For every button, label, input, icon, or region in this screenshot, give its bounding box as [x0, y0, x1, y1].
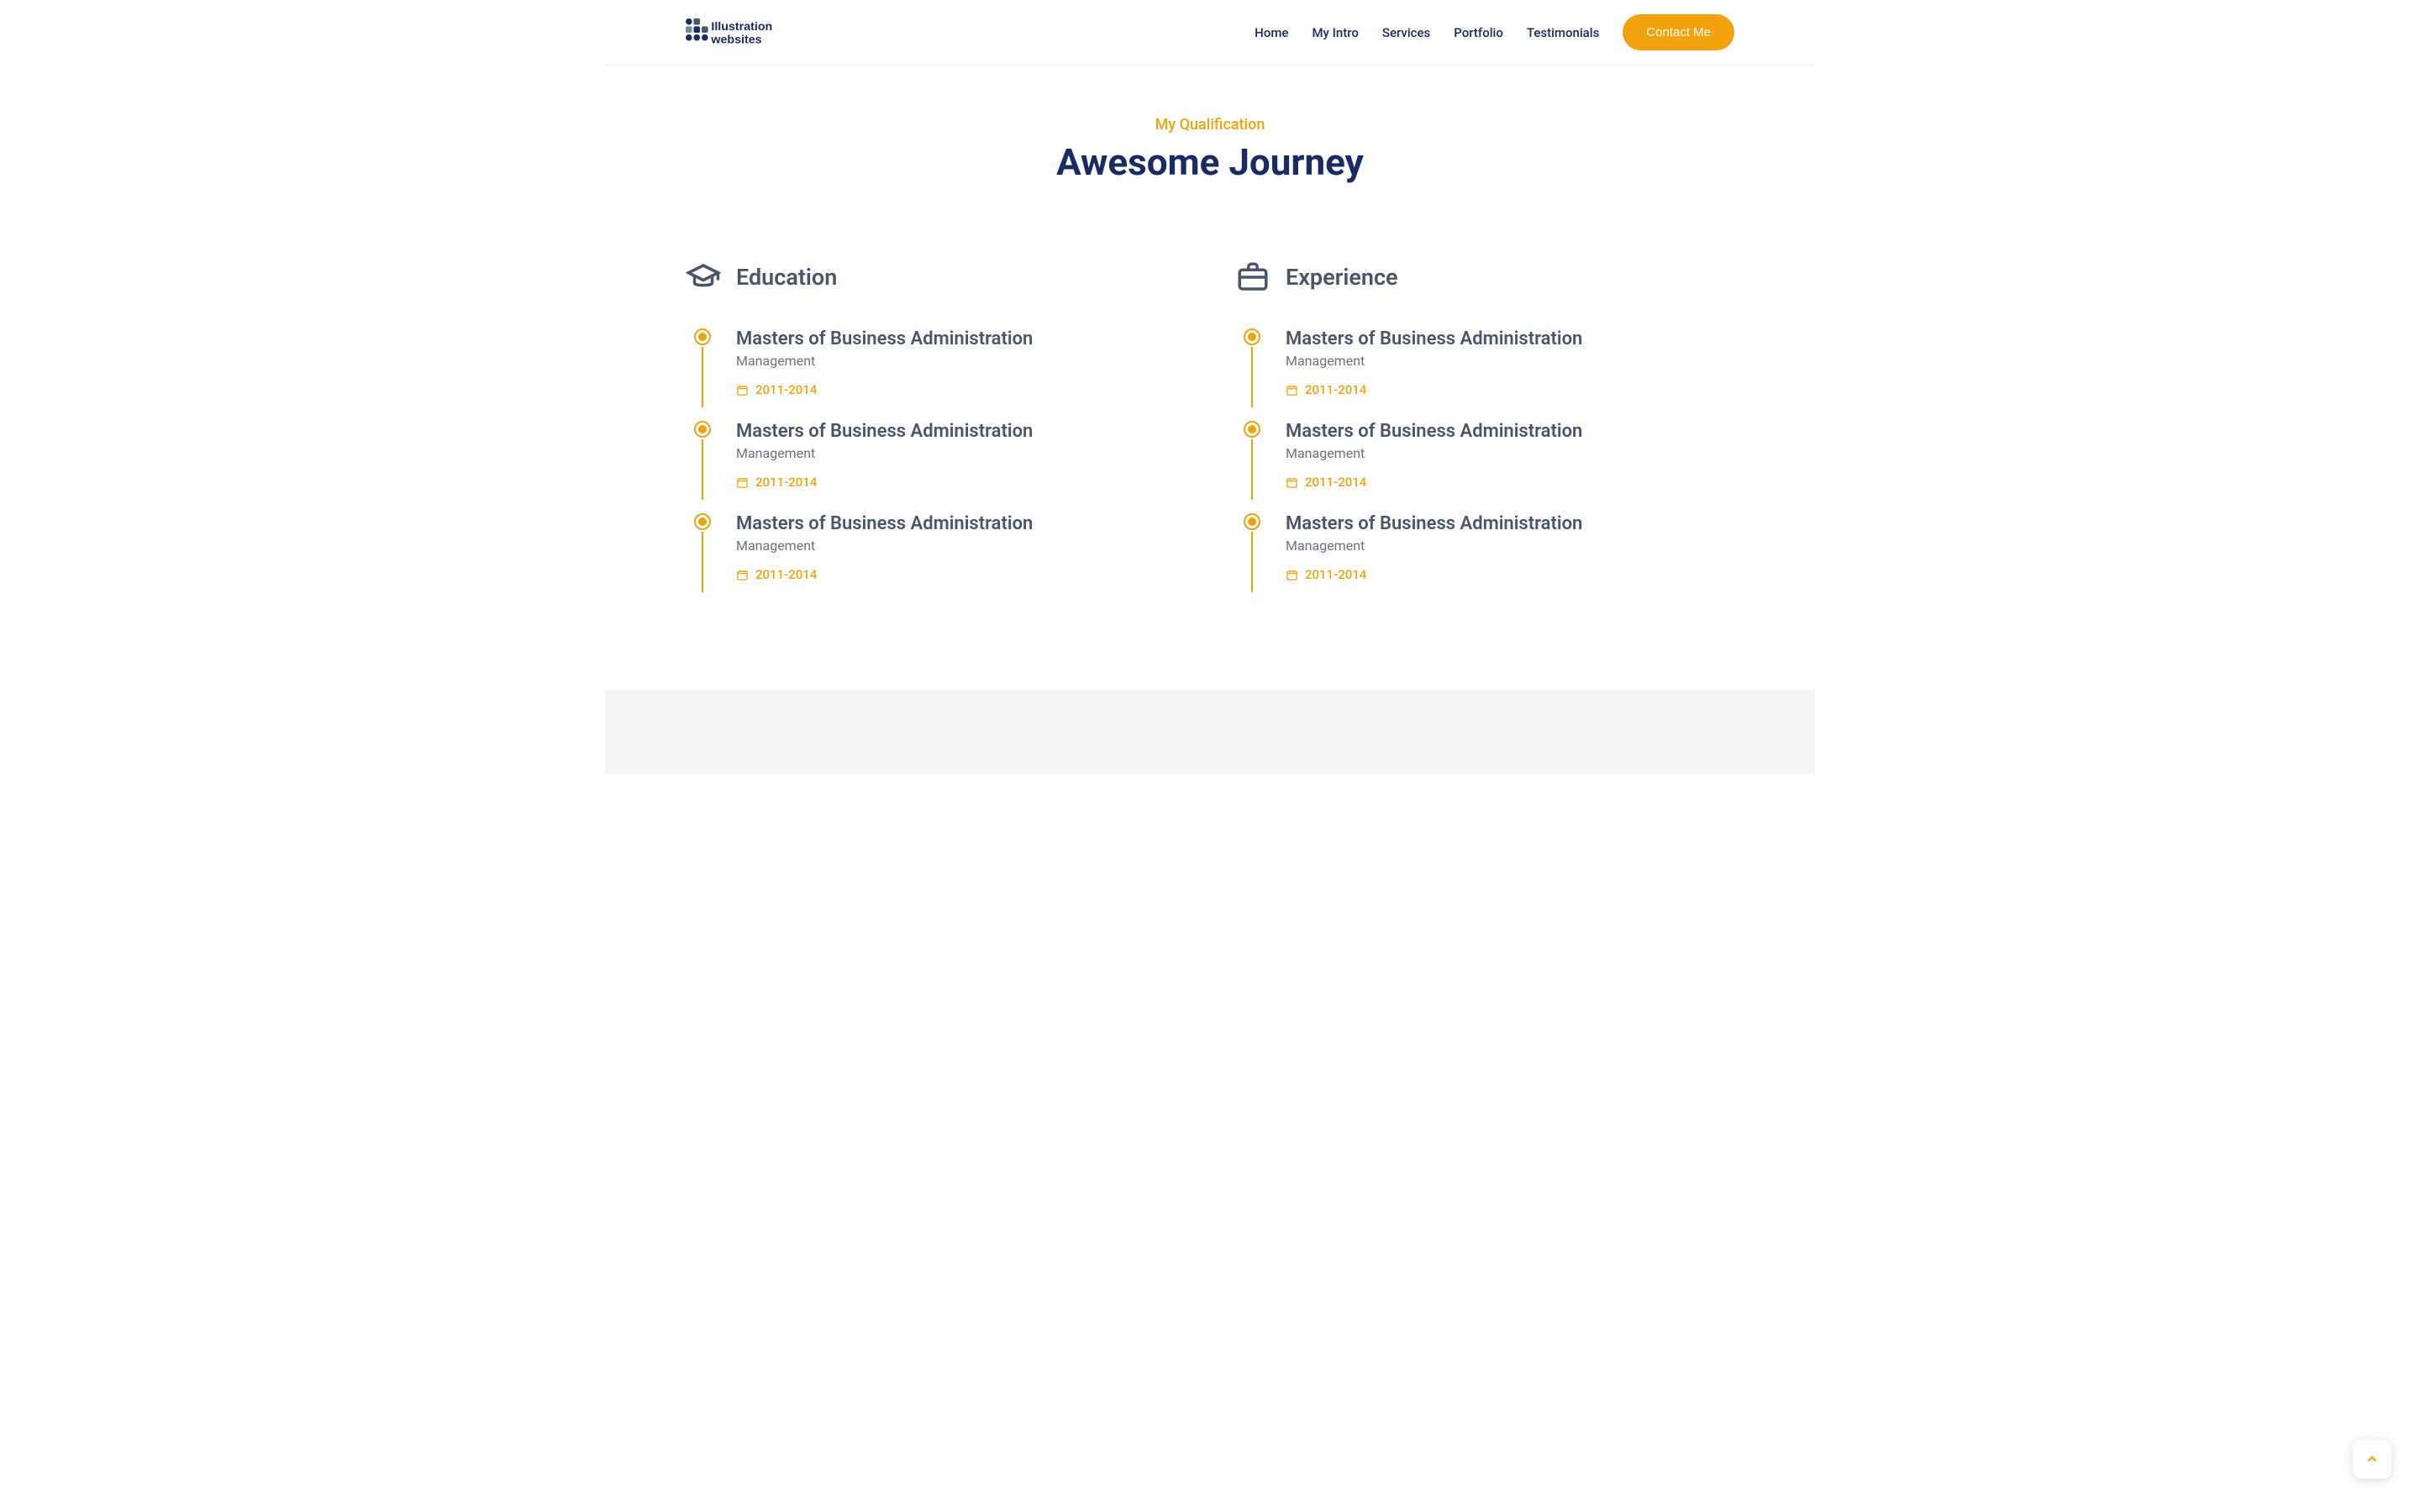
site-logo[interactable]: Illustration websites — [686, 17, 790, 49]
item-date: 2011-2014 — [736, 475, 1185, 490]
item-date: 2011-2014 — [736, 567, 1185, 582]
item-date-text: 2011-2014 — [755, 382, 817, 397]
site-header: Illustration websites Home My Intro Serv… — [605, 0, 1815, 66]
scroll-to-top-button[interactable] — [2353, 1440, 2391, 1478]
primary-nav: Home My Intro Services Portfolio Testimo… — [1255, 14, 1734, 50]
timeline-stem — [702, 347, 703, 407]
timeline-bullet-icon — [1244, 328, 1260, 345]
timeline-columns: Education Masters of Business Administra… — [686, 260, 1734, 606]
item-date: 2011-2014 — [1286, 475, 1734, 490]
item-title: Masters of Business Administration — [736, 328, 1185, 349]
timeline-stem — [702, 439, 703, 500]
timeline-bullet-icon — [1244, 513, 1260, 530]
item-date-text: 2011-2014 — [1305, 567, 1366, 582]
item-title: Masters of Business Administration — [1286, 513, 1734, 534]
timeline-stem — [702, 532, 703, 592]
contact-button[interactable]: Contact Me — [1623, 14, 1734, 50]
timeline-bullet-icon — [694, 513, 711, 530]
calendar-icon — [1286, 569, 1298, 581]
timeline-bullet-icon — [1244, 421, 1260, 438]
calendar-icon — [736, 569, 749, 581]
logo-text-line1: Illustration — [711, 20, 772, 34]
experience-column: Experience Masters of Business Administr… — [1235, 260, 1734, 606]
item-subtitle: Management — [736, 353, 1185, 369]
experience-header: Experience — [1235, 260, 1734, 295]
nav-home[interactable]: Home — [1255, 25, 1288, 40]
item-subtitle: Management — [736, 445, 1185, 461]
item-subtitle: Management — [1286, 445, 1734, 461]
experience-item: Masters of Business Administration Manag… — [1235, 513, 1734, 582]
calendar-icon — [1286, 384, 1298, 396]
calendar-icon — [736, 476, 749, 489]
item-date-text: 2011-2014 — [755, 567, 817, 582]
graduation-cap-icon — [686, 260, 721, 295]
calendar-icon — [1286, 476, 1298, 489]
education-heading: Education — [736, 264, 837, 291]
experience-item: Masters of Business Administration Manag… — [1235, 421, 1734, 490]
timeline-stem — [1251, 439, 1253, 500]
item-title: Masters of Business Administration — [736, 513, 1185, 534]
experience-item: Masters of Business Administration Manag… — [1235, 328, 1734, 397]
education-header: Education — [686, 260, 1185, 295]
timeline-stem — [1251, 532, 1253, 592]
timeline-stem — [1251, 347, 1253, 407]
nav-my-intro[interactable]: My Intro — [1312, 25, 1358, 40]
item-title: Masters of Business Administration — [736, 421, 1185, 442]
section-eyebrow: My Qualification — [686, 116, 1734, 134]
timeline-bullet-icon — [694, 421, 711, 438]
calendar-icon — [736, 384, 749, 396]
chevron-up-icon — [2365, 1452, 2380, 1467]
nav-testimonials[interactable]: Testimonials — [1527, 25, 1599, 40]
item-title: Masters of Business Administration — [1286, 421, 1734, 442]
footer-placeholder — [605, 690, 1815, 774]
nav-services[interactable]: Services — [1382, 25, 1430, 40]
briefcase-icon — [1235, 260, 1270, 295]
education-item: Masters of Business Administration Manag… — [686, 421, 1185, 490]
nav-portfolio[interactable]: Portfolio — [1454, 25, 1503, 40]
qualification-section: My Qualification Awesome Journey Educati… — [605, 66, 1815, 690]
education-item: Masters of Business Administration Manag… — [686, 513, 1185, 582]
item-date: 2011-2014 — [736, 382, 1185, 397]
experience-heading: Experience — [1286, 264, 1398, 291]
item-date: 2011-2014 — [1286, 382, 1734, 397]
item-date-text: 2011-2014 — [1305, 382, 1366, 397]
item-title: Masters of Business Administration — [1286, 328, 1734, 349]
timeline-bullet-icon — [694, 328, 711, 345]
item-subtitle: Management — [1286, 538, 1734, 554]
item-date-text: 2011-2014 — [755, 475, 817, 490]
education-column: Education Masters of Business Administra… — [686, 260, 1185, 606]
section-title: Awesome Journey — [686, 140, 1734, 184]
education-item: Masters of Business Administration Manag… — [686, 328, 1185, 397]
logo-mark-icon — [686, 18, 708, 40]
logo-text-line2: websites — [710, 33, 761, 46]
item-subtitle: Management — [1286, 353, 1734, 369]
item-date-text: 2011-2014 — [1305, 475, 1366, 490]
item-subtitle: Management — [736, 538, 1185, 554]
item-date: 2011-2014 — [1286, 567, 1734, 582]
